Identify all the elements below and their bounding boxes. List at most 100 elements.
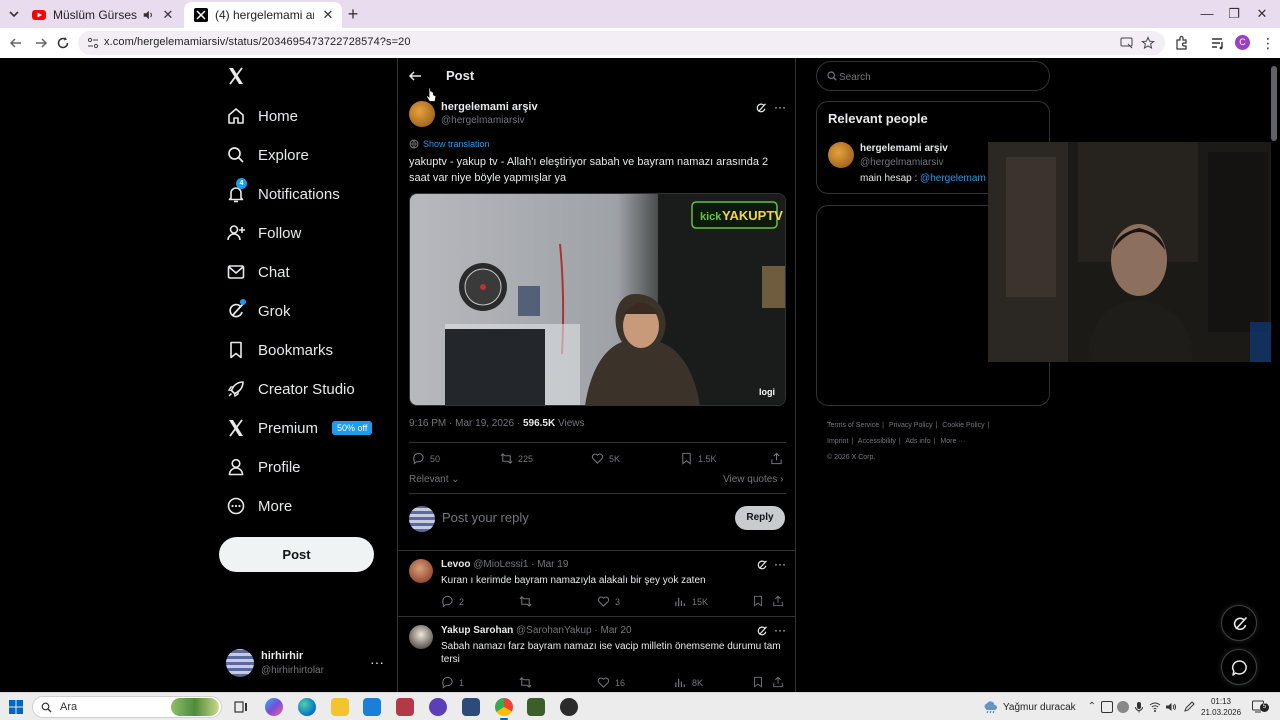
- network-icon[interactable]: [1149, 701, 1161, 713]
- footer-link-accessibility[interactable]: Accessibility: [858, 438, 896, 445]
- reply-action[interactable]: 1: [441, 676, 464, 689]
- like-action[interactable]: 5K: [591, 452, 620, 465]
- close-window-icon[interactable]: ✕: [1254, 6, 1270, 22]
- sidebar-item-notifications[interactable]: 4 Notifications: [226, 178, 340, 207]
- weather-widget[interactable]: Yağmur duracak: [982, 700, 1076, 714]
- profile-avatar[interactable]: C: [1235, 35, 1250, 50]
- close-tab-icon[interactable]: ✕: [320, 7, 336, 23]
- chrome-icon[interactable]: [495, 698, 513, 716]
- footer-link-privacy[interactable]: Privacy Policy: [889, 422, 933, 429]
- footer-link-terms[interactable]: Terms of Service: [827, 422, 879, 429]
- browser-tab-youtube[interactable]: Müslüm Gürses - Nilüfer & Kuşku ✕: [22, 2, 182, 28]
- sidebar-item-explore[interactable]: Explore: [226, 142, 309, 168]
- author-handle[interactable]: @hergelmamiarsiv: [441, 115, 525, 126]
- footer-link-imprint[interactable]: Imprint: [827, 438, 848, 445]
- app-icon-green[interactable]: [527, 698, 545, 716]
- search-box[interactable]: [816, 61, 1050, 91]
- restore-icon[interactable]: ❐: [1226, 6, 1242, 22]
- avatar[interactable]: [409, 101, 435, 127]
- author-name[interactable]: hergelemami arşiv: [441, 101, 538, 113]
- reply-item[interactable]: Yakup Sarohan @SarohanYakup · Mar 20 ···…: [398, 623, 795, 692]
- app-icon-blue[interactable]: [462, 698, 480, 716]
- reply-author-name[interactable]: Levoo: [441, 559, 470, 570]
- grok-icon[interactable]: [755, 102, 767, 114]
- avatar[interactable]: [828, 142, 854, 168]
- grok-icon[interactable]: [756, 625, 768, 637]
- sidebar-item-more[interactable]: More: [226, 493, 292, 519]
- person-bio-link[interactable]: @hergelemam: [920, 173, 986, 184]
- edge-icon[interactable]: [298, 698, 316, 716]
- repost-action[interactable]: [519, 595, 537, 608]
- repost-action[interactable]: [519, 676, 537, 689]
- share-action[interactable]: [770, 452, 788, 465]
- browser-menu-icon[interactable]: ⋮: [1260, 35, 1276, 51]
- reply-item[interactable]: Levoo @MioLessi1 · Mar 19 ··· Kuran ı ke…: [398, 557, 795, 616]
- reply-author-handle[interactable]: @MioLessi1: [473, 559, 528, 570]
- avatar[interactable]: [409, 625, 433, 649]
- sort-dropdown[interactable]: Relevant ⌄: [409, 474, 460, 485]
- sidebar-item-grok[interactable]: Grok: [226, 298, 291, 324]
- taskbar-search[interactable]: Ara: [32, 696, 222, 718]
- footer-link-more[interactable]: More ···: [940, 438, 965, 445]
- close-tab-icon[interactable]: ✕: [160, 7, 176, 23]
- like-action[interactable]: 16: [597, 676, 625, 689]
- sidebar-item-bookmarks[interactable]: Bookmarks: [226, 337, 333, 363]
- copilot-icon[interactable]: [265, 698, 283, 716]
- view-quotes-link[interactable]: View quotes ›: [723, 474, 783, 485]
- system-clock[interactable]: 01:13 21.03.2026: [1201, 696, 1241, 718]
- reload-icon[interactable]: [55, 35, 71, 51]
- back-icon[interactable]: [8, 35, 24, 51]
- app-icon-dark[interactable]: [560, 698, 578, 716]
- tab-search-icon[interactable]: [6, 6, 22, 22]
- tray-app-icon[interactable]: [1101, 701, 1113, 713]
- views-action[interactable]: 8K: [674, 676, 703, 689]
- reply-author-name[interactable]: Yakup Sarohan: [441, 625, 513, 636]
- reply-button[interactable]: Reply: [735, 506, 785, 530]
- reply-author-handle[interactable]: @SarohanYakup: [516, 625, 592, 636]
- speaker-icon[interactable]: [142, 9, 154, 21]
- microphone-icon[interactable]: [1133, 701, 1145, 713]
- forward-icon[interactable]: [33, 35, 49, 51]
- app-icon-purple[interactable]: [429, 698, 447, 716]
- site-info-icon[interactable]: [86, 36, 100, 50]
- sidebar-item-home[interactable]: Home: [226, 103, 298, 129]
- scrollbar-thumb[interactable]: [1271, 66, 1277, 141]
- sidebar-item-profile[interactable]: Profile: [226, 454, 301, 480]
- chevron-up-icon[interactable]: ⌃: [1086, 701, 1098, 713]
- back-arrow-icon[interactable]: [408, 69, 422, 83]
- share-icon[interactable]: [772, 676, 784, 688]
- footer-link-cookie[interactable]: Cookie Policy: [942, 422, 984, 429]
- browser-tab-x[interactable]: (4) hergelemami arşiv on X: "yakuptv ✕: [184, 2, 342, 28]
- more-icon[interactable]: ···: [370, 654, 384, 670]
- store-icon[interactable]: [396, 698, 414, 716]
- media-control-icon[interactable]: [1210, 35, 1226, 51]
- like-action[interactable]: 3: [597, 595, 620, 608]
- repost-action[interactable]: 225: [500, 452, 533, 465]
- sidebar-item-creator-studio[interactable]: Creator Studio: [226, 376, 355, 402]
- footer-link-ads-info[interactable]: Ads info: [905, 438, 930, 445]
- bookmark-icon[interactable]: [752, 676, 764, 688]
- extensions-icon[interactable]: [1174, 35, 1190, 51]
- new-tab-button[interactable]: +: [345, 5, 361, 23]
- more-options-icon[interactable]: ···: [774, 100, 786, 114]
- reply-input[interactable]: Post your reply: [442, 510, 529, 525]
- file-explorer-icon[interactable]: [331, 698, 349, 716]
- more-options-icon[interactable]: ···: [774, 557, 786, 571]
- avatar[interactable]: [409, 559, 433, 583]
- bookmark-star-icon[interactable]: [1141, 36, 1155, 50]
- messages-fab-button[interactable]: [1221, 649, 1257, 685]
- reply-action[interactable]: 2: [441, 595, 464, 608]
- views-action[interactable]: 15K: [674, 595, 708, 608]
- pen-icon[interactable]: [1183, 701, 1195, 713]
- tray-app-icon-2[interactable]: [1117, 701, 1129, 713]
- sidebar-item-premium[interactable]: Premium 50% off: [226, 415, 373, 441]
- sidebar-item-chat[interactable]: Chat: [226, 259, 290, 285]
- search-input[interactable]: [839, 69, 1029, 85]
- show-translation-link[interactable]: Show translation: [409, 139, 490, 149]
- volume-icon[interactable]: [1165, 701, 1177, 713]
- page-scrollbar[interactable]: [1271, 58, 1280, 692]
- person-handle[interactable]: @hergelmamiarsiv: [860, 157, 944, 168]
- install-app-icon[interactable]: [1120, 36, 1134, 50]
- task-view-icon[interactable]: [232, 698, 250, 716]
- address-bar[interactable]: x.com/hergelemamiarsiv/status/2034695473…: [78, 31, 1165, 55]
